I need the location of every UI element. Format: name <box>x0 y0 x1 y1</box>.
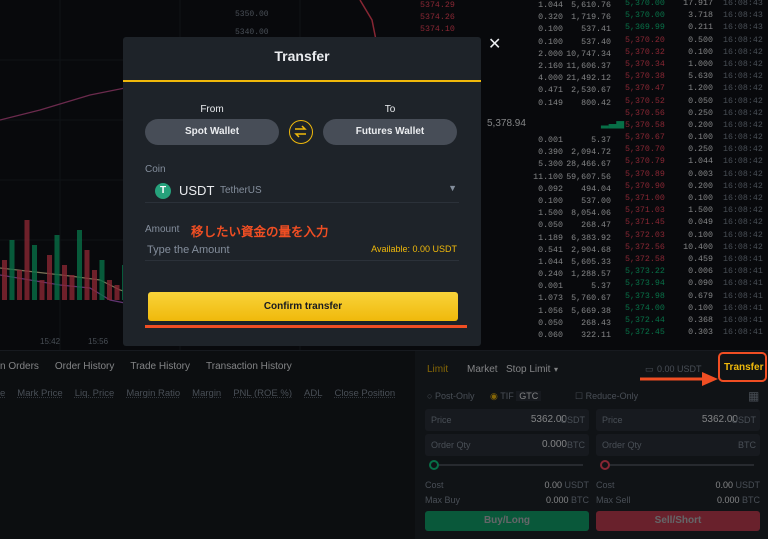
to-label: To <box>384 104 396 115</box>
amount-input[interactable]: Type the Amount Available: 0.00 USDT <box>145 241 459 261</box>
coin-select[interactable]: T USDT TetherUS ▼ <box>145 179 459 203</box>
transfer-modal: Transfer From To Spot Wallet Futures Wal… <box>123 37 481 346</box>
coin-label: Coin <box>145 164 166 175</box>
annotation-arrow-icon <box>640 372 718 386</box>
amount-label: Amount <box>145 224 180 235</box>
swap-icon[interactable] <box>289 120 313 144</box>
caret-down-icon: ▼ <box>448 183 457 193</box>
from-label: From <box>200 104 224 115</box>
coin-name: TetherUS <box>220 185 262 196</box>
from-wallet-button[interactable]: Spot Wallet <box>145 119 279 145</box>
modal-divider <box>123 80 481 82</box>
tether-icon: T <box>155 183 171 199</box>
annotation-text: 移したい資金の量を入力 <box>191 225 329 239</box>
transfer-link[interactable]: Transfer <box>724 362 763 373</box>
available-balance: Available: 0.00 USDT <box>371 244 457 254</box>
coin-symbol: USDT <box>179 183 215 198</box>
amount-placeholder: Type the Amount <box>147 244 230 256</box>
annotation-underline <box>145 325 467 328</box>
modal-title: Transfer <box>274 48 330 64</box>
to-wallet-button[interactable]: Futures Wallet <box>323 119 457 145</box>
close-icon[interactable]: ✕ <box>488 34 501 54</box>
confirm-transfer-button[interactable]: Confirm transfer <box>148 292 458 321</box>
